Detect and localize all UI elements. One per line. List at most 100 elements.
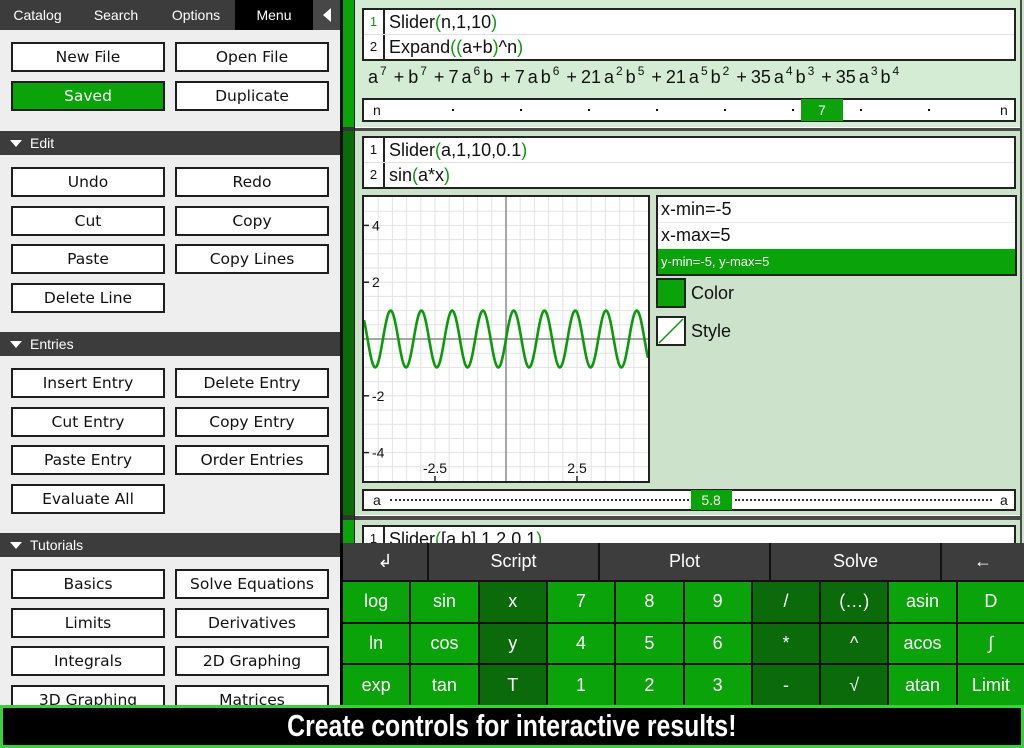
new-file-button[interactable]: New File <box>11 42 165 72</box>
key-parentheses[interactable]: (…) <box>821 582 888 622</box>
solve-key[interactable]: Solve <box>771 543 940 580</box>
backspace-key[interactable]: ← <box>942 543 1024 580</box>
key-2[interactable]: 2 <box>616 665 683 705</box>
copy-button[interactable]: Copy <box>175 205 329 236</box>
slider-a[interactable]: a a 5.8 <box>362 489 1016 511</box>
plot-range-settings: x-min=-5 x-max=5 y-min=-5, y-max=5 <box>656 195 1017 276</box>
key-atan[interactable]: atan <box>889 665 956 705</box>
section-header-edit[interactable]: Edit <box>0 131 340 155</box>
section-header-entries[interactable]: Entries <box>0 332 340 356</box>
code-text[interactable]: sin(a*x) <box>385 163 450 187</box>
section-header-tutorials[interactable]: Tutorials <box>0 533 340 557</box>
copy-lines-button[interactable]: Copy Lines <box>175 244 329 274</box>
duplicate-button[interactable]: Duplicate <box>175 80 329 111</box>
graph-plot[interactable]: 4 2 -2 -4 -2.5 2.5 <box>362 195 650 483</box>
saved-button[interactable]: Saved <box>11 80 165 111</box>
key-limit[interactable]: Limit <box>957 665 1024 705</box>
tutorial-2d-graphing-button[interactable]: 2D Graphing <box>175 646 329 676</box>
key-acos[interactable]: acos <box>889 623 956 664</box>
key-derivative[interactable]: D <box>957 582 1024 622</box>
tutorial-basics-button[interactable]: Basics <box>11 569 165 599</box>
entry-1-selector[interactable] <box>343 0 354 127</box>
key-4[interactable]: 4 <box>547 623 615 664</box>
key-9[interactable]: 9 <box>684 582 751 622</box>
tutorial-solve-equations-button[interactable]: Solve Equations <box>175 569 329 599</box>
banner-text: Create controls for interactive results! <box>287 708 737 743</box>
code-text[interactable]: Slider(a,1,10,0.1) <box>385 138 527 162</box>
key-ln[interactable]: ln <box>343 623 410 664</box>
key-y[interactable]: y <box>479 623 546 664</box>
entry-actions: Insert Entry Delete Entry Cut Entry Copy… <box>11 368 329 514</box>
key-6[interactable]: 6 <box>684 623 751 664</box>
enter-key[interactable]: ↲ <box>343 543 427 580</box>
script-key[interactable]: Script <box>429 543 598 580</box>
tab-options[interactable]: Options <box>157 0 235 30</box>
key-8[interactable]: 8 <box>616 582 683 622</box>
copy-entry-button[interactable]: Copy Entry <box>175 406 329 437</box>
redo-button[interactable]: Redo <box>175 167 329 197</box>
key-sqrt[interactable]: √ <box>821 665 888 705</box>
key-sin[interactable]: sin <box>411 582 478 622</box>
evaluate-all-button[interactable]: Evaluate All <box>11 483 165 514</box>
key-divide[interactable]: / <box>752 582 820 622</box>
key-log[interactable]: log <box>343 582 410 622</box>
entry-2-selector[interactable] <box>343 131 354 515</box>
term-coefficient: 21 <box>580 67 601 87</box>
slider-track[interactable] <box>364 100 1014 120</box>
slider-thumb[interactable]: 7 <box>801 99 843 121</box>
undo-button[interactable]: Undo <box>11 167 165 197</box>
result-term: 21 a 5 b 2 <box>666 64 732 87</box>
key-minus[interactable]: - <box>752 665 820 705</box>
tab-menu[interactable]: Menu <box>235 0 313 30</box>
x-max-field[interactable]: x-max=5 <box>658 223 1015 249</box>
key-x[interactable]: x <box>479 582 546 622</box>
collapse-sidebar-button[interactable] <box>313 0 340 30</box>
paste-button[interactable]: Paste <box>11 244 165 274</box>
key-integral[interactable]: ∫ <box>957 623 1024 664</box>
slider-step-dot <box>792 109 794 111</box>
entry-2-input[interactable]: 1 Slider(a,1,10,0.1) 2 sin(a*x) <box>362 136 1016 189</box>
key-3[interactable]: 3 <box>684 665 751 705</box>
color-swatch[interactable] <box>656 278 686 308</box>
order-entries-button[interactable]: Order Entries <box>175 445 329 475</box>
key-5[interactable]: 5 <box>616 623 683 664</box>
entry-3-input[interactable]: 1 Slider([a,b],1,2,0.1) <box>362 525 1016 543</box>
key-asin[interactable]: asin <box>889 582 956 622</box>
code-text[interactable]: Slider([a,b],1,2,0.1) <box>385 527 542 543</box>
tutorial-derivatives-button[interactable]: Derivatives <box>175 607 329 638</box>
code-text[interactable]: Slider(n,1,10) <box>385 10 497 34</box>
plus-operator: + <box>821 67 832 87</box>
code-text[interactable]: Expand((a+b)^n) <box>385 35 523 59</box>
line-style-swatch[interactable] <box>656 316 686 346</box>
result-term: 7ab6 <box>515 64 563 87</box>
tab-catalog[interactable]: Catalog <box>0 0 75 30</box>
plot-key[interactable]: Plot <box>600 543 769 580</box>
key-exp[interactable]: exp <box>343 665 410 705</box>
key-1[interactable]: 1 <box>547 665 615 705</box>
key-t[interactable]: T <box>479 665 546 705</box>
insert-entry-button[interactable]: Insert Entry <box>11 368 165 398</box>
x-min-field[interactable]: x-min=-5 <box>658 197 1015 223</box>
key-multiply[interactable]: * <box>752 623 820 664</box>
slider-track[interactable] <box>364 491 1014 509</box>
slider-thumb[interactable]: 5.8 <box>690 490 732 510</box>
entry-3-selector[interactable] <box>343 520 354 543</box>
paste-entry-button[interactable]: Paste Entry <box>11 445 165 475</box>
y-tick-label: -2 <box>372 388 385 404</box>
y-range-field[interactable]: y-min=-5, y-max=5 <box>658 249 1015 274</box>
tutorial-integrals-button[interactable]: Integrals <box>11 646 165 676</box>
tab-search[interactable]: Search <box>75 0 157 30</box>
key-7[interactable]: 7 <box>547 582 615 622</box>
key-cos[interactable]: cos <box>411 623 478 664</box>
open-file-button[interactable]: Open File <box>175 42 329 72</box>
delete-entry-button[interactable]: Delete Entry <box>175 368 329 398</box>
graph-canvas[interactable]: 4 2 -2 -4 -2.5 2.5 <box>364 197 648 481</box>
key-tan[interactable]: tan <box>411 665 478 705</box>
key-power[interactable]: ^ <box>821 623 888 664</box>
cut-entry-button[interactable]: Cut Entry <box>11 406 165 437</box>
cut-button[interactable]: Cut <box>11 205 165 236</box>
entry-1-input[interactable]: 1 Slider(n,1,10) 2 Expand((a+b)^n) <box>362 8 1016 61</box>
tutorial-limits-button[interactable]: Limits <box>11 607 165 638</box>
delete-line-button[interactable]: Delete Line <box>11 282 165 313</box>
slider-n[interactable]: n n 7 <box>362 98 1016 122</box>
